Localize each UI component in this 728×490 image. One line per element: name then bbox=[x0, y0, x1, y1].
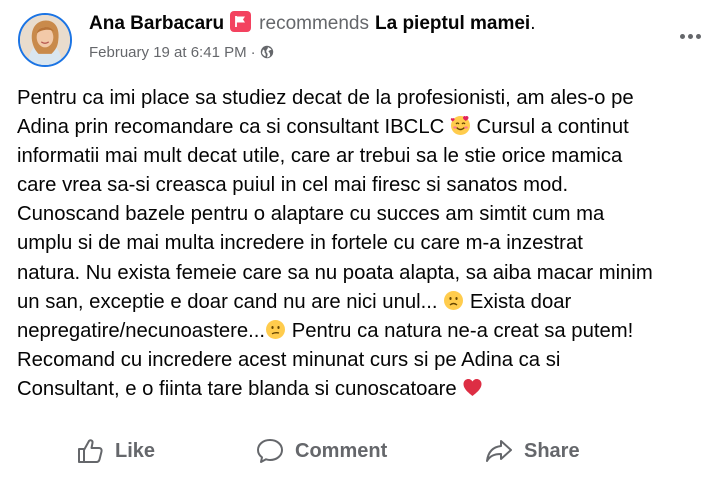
body-text-segment: Exista doar bbox=[464, 290, 572, 313]
globe-icon[interactable] bbox=[260, 45, 274, 59]
body-text-segment: natura. Nu exista femeie care sa nu poat… bbox=[17, 261, 653, 284]
more-dot bbox=[695, 33, 701, 39]
body-text-segment: care vrea sa-si creasca puiul in cel mai… bbox=[17, 174, 569, 197]
thumbs-up-icon bbox=[78, 439, 103, 463]
body-line: informatii mai mult decat utile, care ar… bbox=[17, 142, 717, 171]
share-arrow-icon bbox=[486, 440, 512, 462]
body-line: un san, exceptie e doar cand nu are nici… bbox=[17, 288, 717, 317]
body-line: Consultant, e o fiinta tare blanda si cu… bbox=[17, 375, 717, 404]
body-text-segment: Cursul a continut bbox=[470, 116, 629, 139]
body-text-segment: Cunoscand bazele pentru o alaptare cu su… bbox=[17, 203, 605, 226]
confused-face-icon bbox=[265, 319, 286, 340]
action-bar: Like Comment Share bbox=[0, 431, 728, 471]
body-line: Pentru ca imi place sa studiez decat de … bbox=[17, 84, 717, 113]
body-line: natura. Nu exista femeie care sa nu poat… bbox=[17, 259, 717, 288]
post-body: Pentru ca imi place sa studiez decat de … bbox=[17, 84, 717, 404]
body-text-segment: Adina prin recomandare ca si consultant … bbox=[17, 116, 445, 139]
share-button[interactable]: Share bbox=[484, 431, 580, 471]
body-line: nepregatire/necunoastere... Pentru ca na… bbox=[17, 317, 717, 346]
comment-bubble-icon bbox=[257, 439, 283, 463]
body-text-segment: un san, exceptie e doar cand nu are nici… bbox=[17, 290, 444, 313]
more-dot bbox=[687, 33, 693, 39]
comment-label: Comment bbox=[295, 439, 388, 462]
like-label: Like bbox=[115, 439, 156, 462]
body-line: umplu si de mai multa incredere in forte… bbox=[17, 229, 717, 258]
like-button[interactable]: Like bbox=[75, 431, 155, 471]
post-header: Ana Barbacaru recommends La pieptul mamei. bbox=[89, 11, 535, 37]
frowning-face-icon bbox=[443, 290, 464, 311]
body-text-segment: Recomand cu incredere acest minunat curs… bbox=[17, 348, 561, 371]
avatar[interactable] bbox=[18, 13, 72, 67]
body-line: Recomand cu incredere acest minunat curs… bbox=[17, 346, 717, 375]
avatar-photo-icon bbox=[20, 15, 70, 65]
post-timestamp[interactable]: February 19 at 6:41 PM bbox=[89, 44, 247, 61]
body-text-segment: Pentru ca natura ne-a creat sa putem! bbox=[286, 319, 634, 342]
body-text-segment: informatii mai mult decat utile, care ar… bbox=[17, 145, 623, 168]
red-heart-icon bbox=[462, 377, 483, 398]
smiling-face-with-hearts-icon bbox=[450, 115, 471, 136]
author-name[interactable]: Ana Barbacaru bbox=[89, 13, 224, 34]
body-text-segment: Consultant, e o fiinta tare blanda si cu… bbox=[17, 377, 463, 400]
more-dot bbox=[679, 33, 685, 39]
body-line: care vrea sa-si creasca puiul in cel mai… bbox=[17, 171, 717, 200]
recommendation-flag-icon bbox=[230, 11, 252, 32]
body-text-segment: nepregatire/necunoastere... bbox=[17, 319, 266, 342]
recommendation-post: Ana Barbacaru recommends La pieptul mamei.… bbox=[0, 0, 728, 490]
header-period: . bbox=[530, 13, 536, 34]
body-text-segment: umplu si de mai multa incredere in forte… bbox=[17, 232, 583, 255]
post-meta: February 19 at 6:41 PM · bbox=[89, 43, 274, 63]
more-options-icon[interactable] bbox=[672, 24, 708, 48]
meta-separator: · bbox=[250, 44, 256, 61]
recommends-verb: recommends bbox=[259, 13, 369, 34]
share-label: Share bbox=[524, 439, 580, 462]
page-name-link[interactable]: La pieptul mamei bbox=[375, 13, 530, 34]
body-line: Cunoscand bazele pentru o alaptare cu su… bbox=[17, 200, 717, 229]
body-line: Adina prin recomandare ca si consultant … bbox=[17, 113, 717, 142]
comment-button[interactable]: Comment bbox=[255, 431, 387, 471]
body-text-segment: Pentru ca imi place sa studiez decat de … bbox=[17, 87, 634, 109]
